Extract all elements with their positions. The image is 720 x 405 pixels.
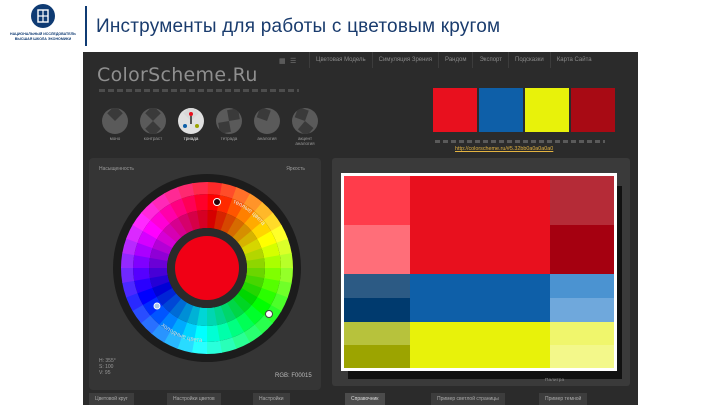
preview-swatch <box>479 88 523 132</box>
wheel-segment[interactable] <box>206 340 222 354</box>
hse-emblem-icon <box>31 4 55 28</box>
top-nav: Цветовая Модель Симуляция Зрения Рандом … <box>309 52 598 68</box>
scheme-label: тетрада <box>220 136 238 141</box>
palette-grid <box>344 176 614 368</box>
selected-color-circle <box>175 236 239 300</box>
tab-color-settings[interactable]: Настройки цветов <box>167 393 221 405</box>
palette-cell-red-main[interactable] <box>410 176 550 274</box>
scheme-selector: моно контраст триада тетрада аналогия ак… <box>99 108 321 146</box>
palette-cell-blue-dark[interactable] <box>550 274 614 298</box>
nav-item-random[interactable]: Рандом <box>438 52 472 68</box>
preview-caption <box>435 140 605 143</box>
preview-url-link[interactable]: http://colorscheme.ru/#5.32bb0a0a0a0a0 <box>455 146 553 152</box>
scheme-mono[interactable]: моно <box>99 108 131 146</box>
palette-cell-blue-main[interactable] <box>410 274 550 322</box>
scheme-label: контраст <box>143 136 163 141</box>
palette-cell-yellow-darker[interactable] <box>344 345 410 368</box>
wheel-segment[interactable] <box>279 253 293 269</box>
hue-handle-blue[interactable] <box>153 302 161 310</box>
palette-cell-yellow-lighter[interactable] <box>550 345 614 368</box>
rgb-readout[interactable]: RGB: F00015 <box>275 373 312 379</box>
palette-cell-blue-light[interactable] <box>344 274 410 298</box>
hsv-readout: H: 355° S: 100 V: 95 <box>99 358 116 376</box>
scheme-contrast-icon <box>140 108 166 134</box>
scheme-analogy[interactable]: аналогия <box>251 108 283 146</box>
scheme-analogy-icon <box>254 108 280 134</box>
logo-text-line2: ВЫСШАЯ ШКОЛА ЭКОНОМИКИ <box>14 37 72 41</box>
nav-item-color-model[interactable]: Цветовая Модель <box>309 52 372 68</box>
tab-settings[interactable]: Настройки <box>253 393 290 405</box>
tab-dark-page-example[interactable]: Пример темной <box>539 393 588 405</box>
palette-panel <box>332 158 630 386</box>
header-divider <box>85 6 87 46</box>
scheme-triad[interactable]: триада <box>175 108 207 146</box>
palette-cell-yellow-dark[interactable] <box>550 322 614 345</box>
scheme-triad-icon <box>178 108 204 134</box>
toolbar-icons: ▦ ☰ <box>279 55 305 67</box>
color-wheel[interactable]: теплые цвета холодные цвета <box>109 170 305 366</box>
tab-color-wheel[interactable]: Цветовой круг <box>89 393 134 405</box>
bottom-tabs: Цветовой круг Настройки цветов Настройки… <box>83 393 638 405</box>
scheme-label: акцент аналогия <box>295 136 315 146</box>
wheel-segment[interactable] <box>192 182 208 196</box>
slide-header: НАЦИОНАЛЬНЫЙ ИССЛЕДОВАТЕЛЬСКИЙ УНИВЕРСИТ… <box>0 0 720 52</box>
palette-cell-blue-darker[interactable] <box>344 298 410 322</box>
palette-cell-red-lighter[interactable] <box>344 225 410 274</box>
brightness-value: V: 95 <box>99 370 111 376</box>
palette-cell-yellow-light[interactable] <box>344 322 410 345</box>
hue-handle-yellow[interactable] <box>265 310 273 318</box>
hue-handle-red[interactable] <box>213 198 221 206</box>
palette-cell-red-dark[interactable] <box>550 176 614 225</box>
app-logo[interactable]: ColorScheme.Ru <box>97 64 258 86</box>
preview-swatch <box>525 88 569 132</box>
nav-item-sitemap[interactable]: Карта Сайта <box>549 52 598 68</box>
slide-title: Инструменты для работы с цветовым кругом <box>96 16 501 37</box>
palette-cell-red-light[interactable] <box>344 176 410 225</box>
scheme-tetrad[interactable]: тетрада <box>213 108 245 146</box>
scheme-tetrad-icon <box>216 108 242 134</box>
tab-reference[interactable]: Справочник <box>345 393 385 405</box>
wheel-segment[interactable] <box>121 267 135 283</box>
palette-cell-red-darker[interactable] <box>550 225 614 274</box>
scheme-label: триада <box>183 136 199 141</box>
palette-cell-yellow-main[interactable] <box>410 322 550 368</box>
scheme-label: аналогия <box>257 136 277 141</box>
tab-light-page-example[interactable]: Пример светлой страницы <box>431 393 505 405</box>
scheme-accent-analogy[interactable]: акцент аналогия <box>289 108 321 146</box>
preview-swatch <box>571 88 615 132</box>
colorscheme-app: ColorScheme.Ru ▦ ☰ Цветовая Модель Симул… <box>83 52 638 405</box>
palette-cell-blue-lighter[interactable] <box>550 298 614 322</box>
scheme-accent-analogy-icon <box>292 108 318 134</box>
preview-swatches <box>433 88 615 132</box>
preview-swatch <box>433 88 477 132</box>
nav-item-hints[interactable]: Подсказки <box>508 52 550 68</box>
nav-item-vision-simulation[interactable]: Симуляция Зрения <box>371 52 438 68</box>
palette-footnote: Палитра <box>545 378 565 383</box>
app-tagline <box>99 89 299 92</box>
grid-icon[interactable]: ▦ <box>279 57 286 65</box>
scheme-contrast[interactable]: контраст <box>137 108 169 146</box>
hse-logo: НАЦИОНАЛЬНЫЙ ИССЛЕДОВАТЕЛЬСКИЙ УНИВЕРСИТ… <box>10 4 76 46</box>
menu-icon[interactable]: ☰ <box>290 57 296 65</box>
scheme-label: моно <box>109 136 121 141</box>
palette-frame <box>341 173 617 371</box>
nav-item-export[interactable]: Экспорт <box>472 52 508 68</box>
color-wheel-panel: Насыщенность Яркость теплые цвета холодн… <box>89 158 321 390</box>
scheme-mono-icon <box>102 108 128 134</box>
logo-text-line1: НАЦИОНАЛЬНЫЙ ИССЛЕДОВАТЕЛЬСКИЙ УНИВЕРСИТ… <box>10 32 76 36</box>
